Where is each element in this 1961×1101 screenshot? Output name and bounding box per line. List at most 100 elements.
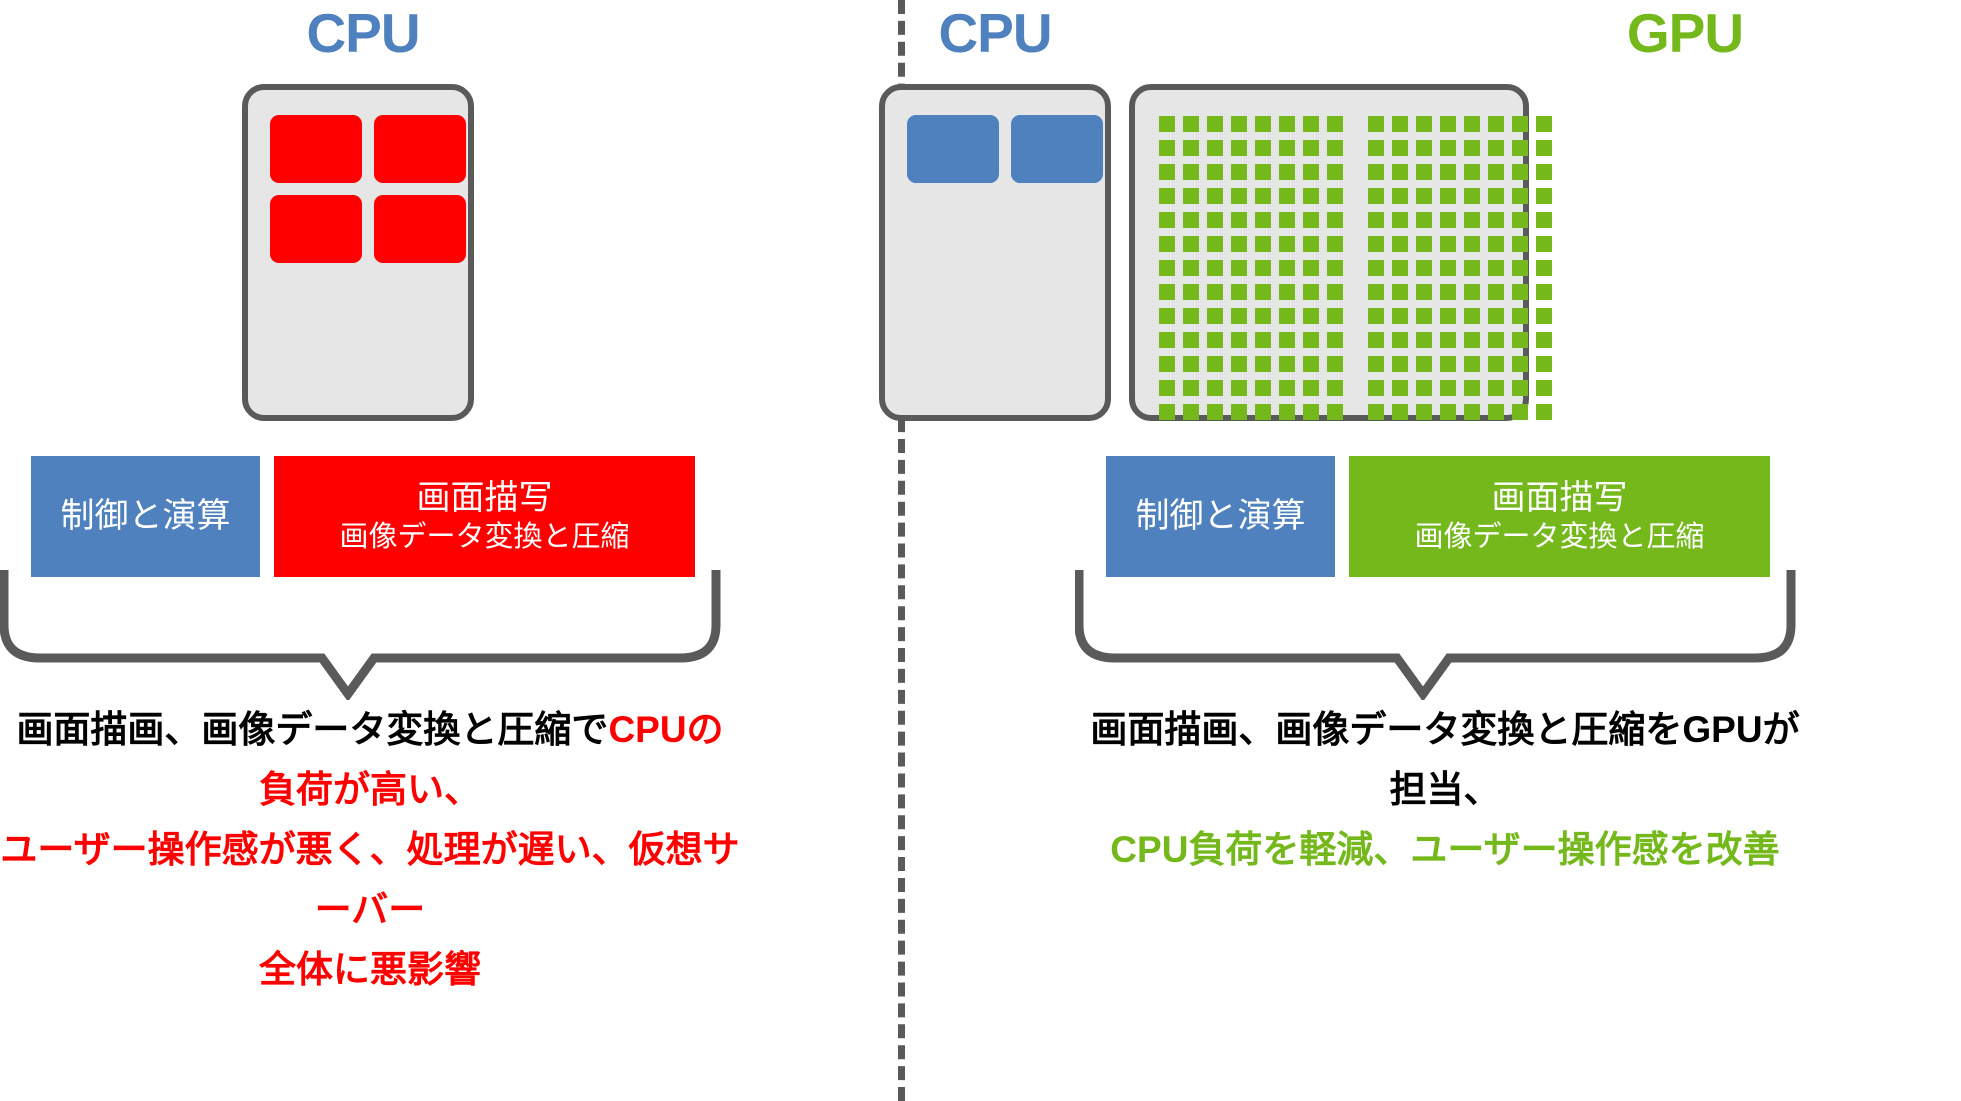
gpu-core-cell (1255, 188, 1271, 204)
gpu-core-cell (1416, 164, 1432, 180)
gpu-core-cell (1464, 212, 1480, 228)
gpu-core-cell (1536, 404, 1552, 420)
gpu-core-block (1368, 116, 1552, 420)
gpu-core-cell (1464, 332, 1480, 348)
gpu-core-cell (1440, 404, 1456, 420)
gpu-core-cell (1440, 260, 1456, 276)
gpu-core-cell (1464, 140, 1480, 156)
gpu-core-cell (1231, 284, 1247, 300)
gpu-core-cell (1159, 236, 1175, 252)
gpu-core-cell (1536, 308, 1552, 324)
gpu-core-cell (1231, 308, 1247, 324)
gpu-core-cell (1392, 380, 1408, 396)
gpu-core-cell (1464, 308, 1480, 324)
gpu-core-cell (1536, 284, 1552, 300)
gpu-core-cell (1440, 164, 1456, 180)
role-sub-label: 画像データ変換と圧縮 (1414, 520, 1705, 553)
gpu-core-cell (1416, 380, 1432, 396)
gpu-core-cell (1279, 404, 1295, 420)
gpu-core-cell (1536, 332, 1552, 348)
gpu-core-cell (1440, 116, 1456, 132)
gpu-core-cell (1327, 236, 1343, 252)
gpu-core-cell (1488, 308, 1504, 324)
diagram-canvas: CPU 制御と演算 画面描写 画像データ変換と圧縮 画面描画、画像データ変換と圧… (0, 0, 1961, 1101)
gpu-core-cell (1536, 164, 1552, 180)
gpu-core-cell (1207, 332, 1223, 348)
right-gpu-heading: GPU (1626, 2, 1744, 64)
gpu-core-cell (1255, 164, 1271, 180)
right-role-control: 制御と演算 (1106, 456, 1335, 577)
gpu-core-cell (1327, 260, 1343, 276)
gpu-core-cell (1488, 356, 1504, 372)
gpu-core-cell (1183, 212, 1199, 228)
gpu-core-cell (1327, 356, 1343, 372)
gpu-core-cell (1303, 284, 1319, 300)
gpu-core-cell (1231, 116, 1247, 132)
gpu-core-cell (1368, 380, 1384, 396)
gpu-core-cell (1464, 380, 1480, 396)
gpu-core-cell (1392, 236, 1408, 252)
gpu-core-cell (1368, 188, 1384, 204)
gpu-core-cell (1536, 380, 1552, 396)
gpu-core-cell (1231, 260, 1247, 276)
gpu-core-cell (1416, 188, 1432, 204)
gpu-core-cell (1368, 260, 1384, 276)
gpu-core-cell (1464, 356, 1480, 372)
left-caption-line-1: 画面描画、画像データ変換と圧縮でCPUの負荷が高い、 (0, 700, 740, 820)
gpu-core-cell (1392, 332, 1408, 348)
gpu-core-cell (1159, 212, 1175, 228)
gpu-core-cell (1512, 164, 1528, 180)
role-sub-label: 画像データ変換と圧縮 (339, 520, 630, 553)
gpu-core-cell (1303, 308, 1319, 324)
right-caption-line-1: 画面描画、画像データ変換と圧縮をGPUが担当、 (1090, 709, 1800, 810)
gpu-core-cell (1159, 140, 1175, 156)
gpu-core-cell (1207, 308, 1223, 324)
gpu-core-cell (1327, 284, 1343, 300)
gpu-core-cell (1368, 356, 1384, 372)
gpu-core-cell (1392, 308, 1408, 324)
gpu-core-cell (1255, 380, 1271, 396)
gpu-core-cell (1207, 356, 1223, 372)
gpu-core-cell (1512, 284, 1528, 300)
gpu-core-cell (1512, 188, 1528, 204)
right-caption-line-2: CPU負荷を軽減、ユーザー操作感を改善 (1110, 828, 1780, 870)
gpu-core-cell (1440, 356, 1456, 372)
gpu-core-cell (1368, 140, 1384, 156)
gpu-core-cell (1536, 188, 1552, 204)
gpu-core-cell (1303, 236, 1319, 252)
gpu-core-cell (1183, 140, 1199, 156)
gpu-core-cell (1303, 140, 1319, 156)
left-cpu-chip (242, 84, 474, 421)
gpu-core-cell (1464, 116, 1480, 132)
gpu-core-cell (1512, 260, 1528, 276)
gpu-core-cell (1231, 236, 1247, 252)
gpu-core-cell (1488, 236, 1504, 252)
left-role-render: 画面描写 画像データ変換と圧縮 (274, 456, 695, 577)
gpu-core-cell (1303, 164, 1319, 180)
gpu-core-cell (1279, 188, 1295, 204)
gpu-core-cell (1255, 284, 1271, 300)
gpu-chip (1129, 84, 1552, 421)
gpu-core-cell (1464, 236, 1480, 252)
gpu-core-cell (1512, 116, 1528, 132)
gpu-core-cell (1488, 260, 1504, 276)
gpu-core-cell (1416, 308, 1432, 324)
gpu-core-cell (1255, 212, 1271, 228)
gpu-core-cell (1416, 356, 1432, 372)
right-cpu-chip (879, 84, 1111, 421)
gpu-core-cell (1279, 332, 1295, 348)
gpu-core-cell (1255, 140, 1271, 156)
left-caption-line-2: ユーザー操作感が悪く、処理が遅い、仮想サーバー (0, 828, 740, 930)
gpu-core-block (1159, 116, 1343, 420)
gpu-core-cell (1512, 308, 1528, 324)
gpu-core-cell (1464, 164, 1480, 180)
role-main-label: 制御と演算 (60, 496, 231, 535)
gpu-core-cell (1183, 356, 1199, 372)
gpu-core-cell (1440, 332, 1456, 348)
gpu-core-cell (1183, 236, 1199, 252)
gpu-core-cell (1488, 212, 1504, 228)
left-role-control: 制御と演算 (31, 456, 260, 577)
gpu-core-cell (1159, 308, 1175, 324)
gpu-core-cell (1327, 212, 1343, 228)
gpu-core-cell (1279, 356, 1295, 372)
